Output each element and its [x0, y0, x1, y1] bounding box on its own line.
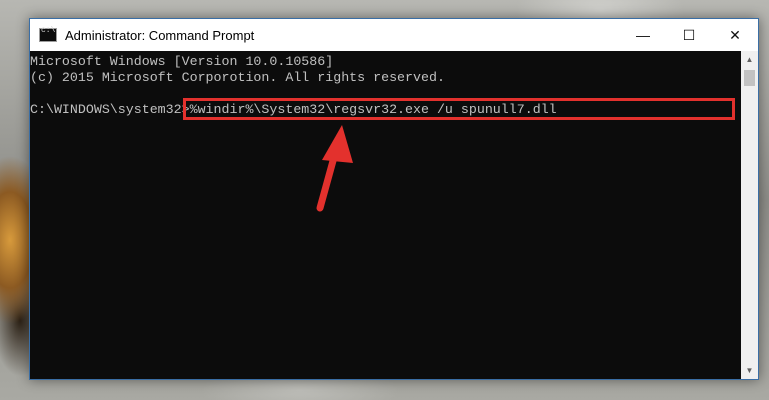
vertical-scrollbar[interactable]: ▲ ▼ [741, 51, 758, 379]
scroll-thumb[interactable] [744, 70, 755, 86]
close-icon[interactable]: ✕ [712, 19, 758, 51]
console-prompt-line[interactable]: C:\WINDOWS\system32>%windir%\System32\re… [30, 98, 741, 120]
scroll-up-icon[interactable]: ▲ [741, 51, 758, 68]
cmd-app-icon [39, 26, 57, 42]
scroll-down-icon[interactable]: ▼ [741, 362, 758, 379]
window-title: Administrator: Command Prompt [65, 27, 255, 43]
console-command[interactable]: %windir%\System32\regsvr32.exe /u spunul… [190, 102, 557, 117]
console-prompt: C:\WINDOWS\system32> [30, 102, 190, 117]
console-line-version: Microsoft Windows [Version 10.0.10586] [30, 54, 334, 69]
command-prompt-window[interactable]: Administrator: Command Prompt — ☐ ✕ Micr… [29, 18, 759, 380]
maximize-icon[interactable]: ☐ [666, 19, 712, 51]
window-controls: — ☐ ✕ [620, 19, 758, 51]
title-bar[interactable]: Administrator: Command Prompt — ☐ ✕ [30, 19, 758, 51]
console-line-copyright: (c) 2015 Microsoft Corporotion. All righ… [30, 70, 445, 85]
minimize-icon[interactable]: — [620, 19, 666, 51]
console-output[interactable]: Microsoft Windows [Version 10.0.10586] (… [30, 51, 741, 379]
